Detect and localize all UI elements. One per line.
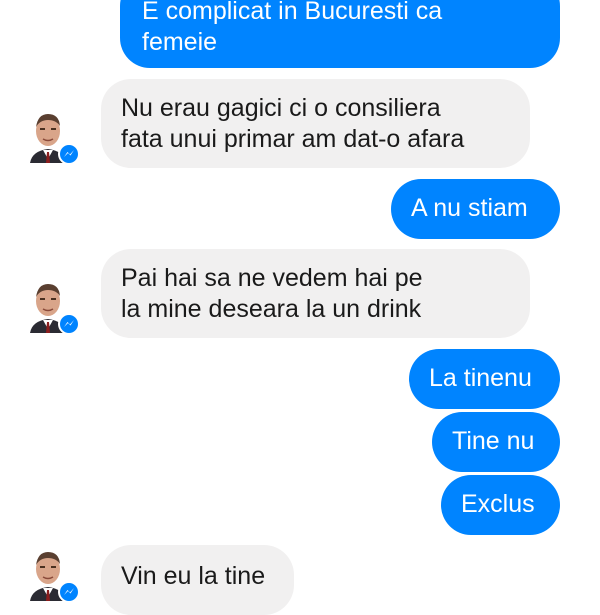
messenger-badge-icon bbox=[58, 313, 80, 335]
contact-avatar[interactable] bbox=[26, 545, 80, 603]
message-bubble-incoming[interactable]: Nu erau gagici ci o consiliera fata unui… bbox=[101, 79, 530, 168]
message-bubble-outgoing[interactable]: E complicat in Bucuresti ca femeie bbox=[120, 0, 560, 68]
messenger-badge-icon bbox=[58, 143, 80, 165]
message-bubble-outgoing[interactable]: La tinenu bbox=[409, 349, 560, 409]
message-bubble-outgoing[interactable]: Tine nu bbox=[432, 412, 560, 472]
contact-avatar[interactable] bbox=[26, 107, 80, 165]
contact-avatar[interactable] bbox=[26, 277, 80, 335]
message-bubble-outgoing[interactable]: Exclus bbox=[441, 475, 560, 535]
message-bubble-incoming[interactable]: Pai hai sa ne vedem hai pe la mine desea… bbox=[101, 249, 530, 338]
message-bubble-outgoing[interactable]: A nu stiam bbox=[391, 179, 560, 239]
message-bubble-incoming[interactable]: Vin eu la tine bbox=[101, 545, 294, 615]
